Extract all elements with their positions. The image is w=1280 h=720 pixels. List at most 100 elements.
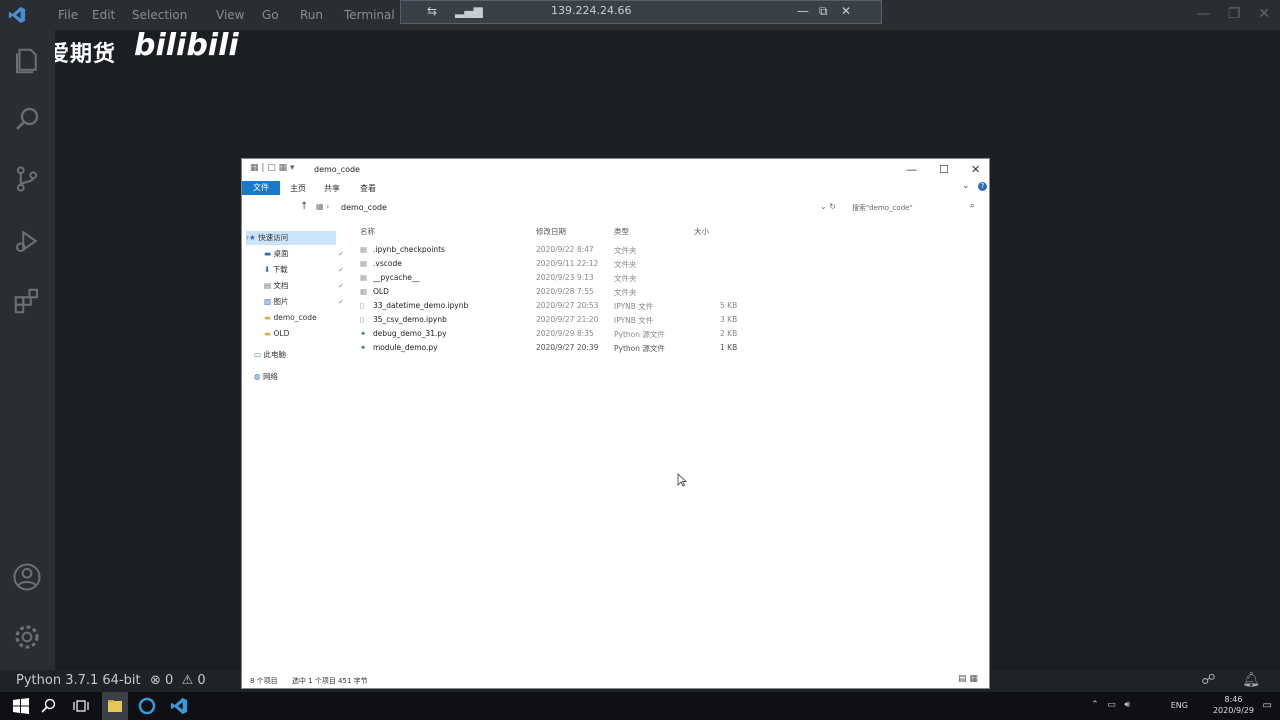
feedback-icon[interactable]: ☍ bbox=[1201, 672, 1215, 688]
picture-icon: ▧ bbox=[264, 297, 272, 306]
star-icon: ›★ bbox=[246, 233, 256, 242]
close-button[interactable]: ✕ bbox=[971, 163, 980, 176]
file-row[interactable]: ✦ debug_demo_31.py 2020/9/29 8:35 Python… bbox=[360, 327, 880, 341]
bilibili-logo: bilibili bbox=[134, 28, 239, 63]
nav-pictures[interactable]: ▧ 图片 ✓ bbox=[264, 295, 344, 309]
nav-desktop[interactable]: ▬ 桌面 ✓ bbox=[264, 247, 344, 261]
ribbon-tab-share[interactable]: 共享 bbox=[324, 183, 340, 194]
run-debug-icon[interactable] bbox=[12, 226, 42, 256]
ribbon-tab-view[interactable]: 查看 bbox=[360, 183, 376, 194]
input-language[interactable]: ENG bbox=[1171, 701, 1188, 710]
file-row[interactable]: ▦ .vscode 2020/9/11 22:12 文件夹 bbox=[360, 257, 880, 271]
problems-status[interactable]: ⊗ 0 ⚠ 0 bbox=[150, 673, 206, 688]
menu-run[interactable]: Run bbox=[300, 8, 323, 22]
file-row[interactable]: ▦ __pycache__ 2020/9/23 9:13 文件夹 bbox=[360, 271, 880, 285]
maximize-button[interactable]: ☐ bbox=[939, 163, 949, 176]
ribbon-tab-home[interactable]: 主页 bbox=[290, 183, 306, 194]
file-name: .vscode bbox=[373, 259, 402, 268]
file-row[interactable]: ▯ 35_csv_demo.ipynb 2020/9/27 21:20 IPYN… bbox=[360, 313, 880, 327]
desktop-icon: ▬ bbox=[264, 249, 272, 258]
menu-go[interactable]: Go bbox=[262, 8, 279, 22]
extensions-icon[interactable] bbox=[12, 286, 42, 316]
file-type: Python 源文件 bbox=[614, 330, 665, 339]
settings-gear-icon[interactable] bbox=[12, 622, 42, 652]
nav-network[interactable]: ◍ 网络 bbox=[254, 370, 278, 384]
minimize-button[interactable]: — bbox=[906, 163, 917, 176]
restore-icon[interactable]: ⧉ bbox=[819, 4, 828, 19]
pin-icon: ✓ bbox=[338, 297, 345, 306]
ribbon-file-tab[interactable]: 文件 bbox=[242, 181, 280, 195]
file-row[interactable]: ▦ .ipynb_checkpoints 2020/9/22 8:47 文件夹 bbox=[360, 243, 880, 257]
clock[interactable]: 8:46 2020/9/29 bbox=[1213, 694, 1254, 716]
folder-icon: ▦ bbox=[360, 259, 368, 268]
folder-icon: ▦ bbox=[360, 273, 368, 282]
menu-view[interactable]: View bbox=[216, 8, 244, 22]
close-icon[interactable]: ✕ bbox=[841, 4, 851, 18]
view-toggle-icons[interactable]: ▤ ▦ bbox=[958, 674, 978, 684]
folder-icon: ▬ bbox=[264, 313, 272, 322]
file-date: 2020/9/28 7:55 bbox=[536, 287, 594, 296]
nav-label: demo_code bbox=[273, 313, 317, 322]
windows-start-icon[interactable] bbox=[12, 697, 30, 715]
pin-icon: ✓ bbox=[338, 265, 345, 274]
window-controls[interactable]: — ❐ ✕ bbox=[1196, 6, 1270, 22]
search-icon[interactable]: ⌕ bbox=[970, 201, 975, 211]
refresh-icon[interactable]: ⌄ ↻ bbox=[820, 202, 836, 211]
file-list-header: 名称 修改日期 类型 大小 bbox=[360, 226, 980, 238]
file-type: IPYNB 文件 bbox=[614, 316, 654, 325]
file-size: 5 KB bbox=[720, 301, 738, 310]
minimize-icon[interactable]: — bbox=[797, 4, 809, 18]
network-icon: ◍ bbox=[254, 372, 261, 381]
help-icon[interactable]: ? bbox=[978, 182, 987, 191]
nav-quick-access[interactable]: ›★ 快速访问 bbox=[246, 231, 336, 245]
nav-label: 文档 bbox=[273, 281, 289, 290]
clock-time: 8:46 bbox=[1224, 695, 1243, 704]
account-icon[interactable] bbox=[12, 562, 42, 592]
search-input[interactable]: 搜索"demo_code" bbox=[852, 203, 913, 213]
vscode-taskbar-icon[interactable] bbox=[170, 697, 188, 715]
file-row[interactable]: ▯ 33_datetime_demo.ipynb 2020/9/27 20:53… bbox=[360, 299, 880, 313]
column-size[interactable]: 大小 bbox=[694, 226, 709, 237]
nav-label: 网络 bbox=[262, 372, 278, 381]
address-bar[interactable]: demo_code bbox=[341, 203, 387, 212]
file-name: module_demo.py bbox=[373, 343, 438, 352]
edge-browser-icon[interactable] bbox=[138, 697, 156, 715]
column-type[interactable]: 类型 bbox=[614, 226, 629, 237]
search-icon[interactable] bbox=[40, 697, 58, 715]
nav-documents[interactable]: ▤ 文档 ✓ bbox=[264, 279, 344, 293]
pin-icon[interactable]: ⇆ bbox=[427, 4, 437, 18]
menu-file[interactable]: File bbox=[58, 8, 78, 22]
explorer-icon[interactable] bbox=[12, 46, 42, 76]
nav-old[interactable]: ▬ OLD bbox=[264, 327, 289, 341]
menu-terminal[interactable]: Terminal bbox=[344, 8, 395, 22]
file-row[interactable]: ✦ module_demo.py 2020/9/27 20:39 Python … bbox=[360, 341, 880, 355]
file-row[interactable]: ▦ OLD 2020/9/28 7:55 文件夹 bbox=[360, 285, 880, 299]
nav-this-pc[interactable]: ▭ 此电脑 bbox=[254, 348, 286, 362]
column-modified[interactable]: 修改日期 bbox=[536, 226, 566, 237]
menu-edit[interactable]: Edit bbox=[92, 8, 115, 22]
status-right-icons[interactable]: ☍ 🔔︎ bbox=[1201, 672, 1260, 688]
column-name[interactable]: 名称 bbox=[360, 226, 375, 237]
file-date: 2020/9/27 21:20 bbox=[536, 315, 599, 324]
nav-label: 桌面 bbox=[273, 249, 289, 258]
ribbon-tabs: 文件 主页 共享 查看 ⌄ ? bbox=[242, 181, 989, 195]
menu-selection[interactable]: Selection bbox=[132, 8, 187, 22]
search-icon[interactable] bbox=[12, 104, 42, 134]
up-arrow-icon[interactable]: ↑ bbox=[300, 201, 308, 212]
nav-demo-code[interactable]: ▬ demo_code bbox=[264, 311, 317, 325]
file-size: 1 KB bbox=[720, 343, 738, 352]
download-icon: ⬇ bbox=[264, 265, 271, 274]
task-view-icon[interactable] bbox=[72, 697, 90, 715]
python-interpreter-status[interactable]: Python 3.7.1 64-bit bbox=[16, 673, 141, 688]
notification-center-icon[interactable]: ▭ bbox=[1263, 700, 1272, 711]
system-tray-icons[interactable]: ⌃ ▭ 🔊︎ bbox=[1091, 700, 1130, 710]
source-control-icon[interactable] bbox=[12, 164, 42, 194]
notebook-file-icon: ▯ bbox=[360, 301, 365, 310]
ribbon-expand-icon[interactable]: ⌄ bbox=[962, 181, 970, 191]
notifications-bell-icon[interactable]: 🔔︎ bbox=[1242, 672, 1260, 688]
file-type: 文件夹 bbox=[614, 288, 637, 297]
quick-access-toolbar-icons[interactable]: ▦ | ▢ ▦ ▾ bbox=[250, 163, 295, 173]
file-explorer-taskbar-button[interactable] bbox=[102, 692, 128, 720]
file-explorer-window: ▦ | ▢ ▦ ▾ demo_code — ☐ ✕ 文件 主页 共享 查看 ⌄ … bbox=[241, 158, 990, 689]
nav-downloads[interactable]: ⬇ 下载 ✓ bbox=[264, 263, 344, 277]
